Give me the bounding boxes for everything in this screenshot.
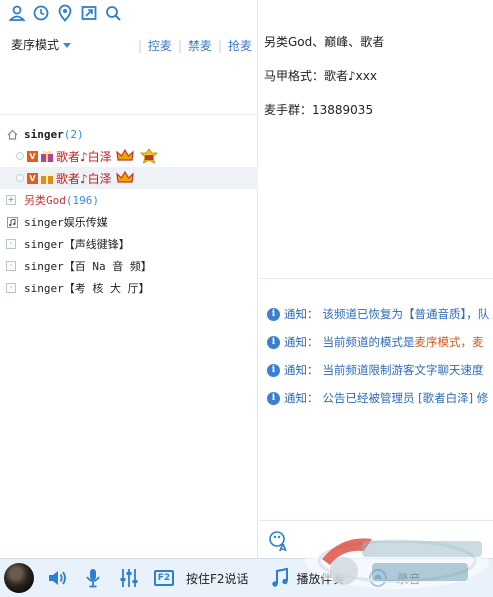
mixer-icon[interactable] <box>118 567 140 589</box>
f2-key-icon: F2 <box>154 570 174 586</box>
home-icon <box>6 128 18 140</box>
channel-name: singer娱乐传媒 <box>24 216 108 229</box>
bullet-icon: · <box>6 239 16 249</box>
crown-icon <box>115 148 134 163</box>
status-dot <box>16 152 24 160</box>
music-icon <box>6 216 18 228</box>
notice-item: i 通知： 当前频道的模式是 麦序模式，麦 <box>267 328 493 356</box>
mic-actions: | 控麦 | 禁麦 | 抢麦 <box>132 37 252 54</box>
info-icon: i <box>267 307 280 321</box>
speaker-icon[interactable] <box>46 567 68 589</box>
music-note-icon[interactable] <box>269 567 291 589</box>
bullet-icon: · <box>6 283 16 293</box>
status-dot <box>16 174 24 182</box>
info-icon: i <box>267 391 280 405</box>
separator: | <box>217 38 222 53</box>
location-icon[interactable] <box>56 4 74 22</box>
channel-item[interactable]: · singer【百 Na 音 频】 <box>0 255 258 277</box>
mode-row: 麦序模式 | 控麦 | 禁麦 | 抢麦 <box>0 34 258 56</box>
info-icon: i <box>267 363 280 377</box>
channel-name: 另类God <box>24 194 66 207</box>
notice-text: 当前频道限制游客文字聊天速度 <box>322 363 484 377</box>
notice-item: i 通知： 当前频道限制游客文字聊天速度 <box>267 356 493 384</box>
gift-icon <box>40 149 54 163</box>
user-name: 歌者♪白泽 <box>56 149 112 164</box>
ban-mic-link[interactable]: 禁麦 <box>188 37 212 54</box>
channel-announcement: 另类God、巅峰、歌者 马甲格式：歌者♪xxx 麦手群：13889035 <box>264 25 493 127</box>
notice-label: 通知： <box>284 307 319 321</box>
channel-name: singer <box>24 127 64 141</box>
notice-text: 该频道已恢复为【普通音质】，队 <box>322 307 490 321</box>
gift-icon <box>40 171 54 185</box>
bullet-icon: · <box>6 261 16 271</box>
notice-item: i 通知： 公告已经被管理员 [歌者白泽] 修 <box>267 384 493 412</box>
notice-label: 通知： <box>284 335 319 349</box>
user-count: (196) <box>65 193 99 207</box>
crown-icon <box>115 170 134 185</box>
divider <box>0 114 258 115</box>
announcement-line: 另类God、巅峰、歌者 <box>264 35 385 49</box>
mode-dropdown[interactable]: 麦序模式 <box>11 36 72 53</box>
svg-text:A: A <box>279 543 287 552</box>
chat-panel: 另类God、巅峰、歌者 马甲格式：歌者♪xxx 麦手群：13889035 i 通… <box>259 0 493 558</box>
announcement-line: 马甲格式：歌者♪xxx <box>264 69 377 83</box>
channel-name: singer【考 核 大 厅】 <box>24 282 150 295</box>
search-icon[interactable] <box>104 4 122 22</box>
avatar[interactable] <box>4 563 34 593</box>
microphone-icon[interactable] <box>82 567 104 589</box>
separator: | <box>137 38 142 53</box>
expand-icon[interactable]: + <box>6 195 16 205</box>
notice-label: 通知： <box>284 363 319 377</box>
root-channel[interactable]: singer (2) <box>0 123 258 145</box>
tag-icon <box>139 148 158 164</box>
history-icon[interactable] <box>32 4 50 22</box>
notice-label: 通知： <box>284 391 319 405</box>
notice-list: i 通知： 该频道已恢复为【普通音质】，队 i 通知： 当前频道的模式是 麦序模… <box>267 300 493 412</box>
channel-name: singer【声线徤锋】 <box>24 238 130 251</box>
notice-text: 公告已经被管理员 [歌者白泽] 修 <box>322 391 489 405</box>
separator: | <box>177 38 182 53</box>
font-style-icon[interactable]: A <box>267 530 289 554</box>
grab-mic-link[interactable]: 抢麦 <box>228 37 252 54</box>
channel-name: singer【百 Na 音 频】 <box>24 260 152 273</box>
channel-item[interactable]: + 另类God (196) <box>0 189 258 211</box>
user-name: 歌者♪白泽 <box>56 171 112 186</box>
notice-item: i 通知： 该频道已恢复为【普通音质】，队 <box>267 300 493 328</box>
chevron-down-icon <box>63 43 72 48</box>
watermark-logo <box>302 529 492 593</box>
user-item[interactable]: V 歌者♪白泽 <box>0 167 258 189</box>
user-icon[interactable] <box>8 4 26 22</box>
mode-label: 麦序模式 <box>11 38 60 52</box>
control-mic-link[interactable]: 控麦 <box>148 37 172 54</box>
user-item[interactable]: V 歌者♪白泽 <box>0 145 258 167</box>
push-to-talk-button[interactable]: 按住F2说话 <box>186 570 249 587</box>
toolbar <box>8 4 122 24</box>
vip-badge: V <box>27 150 38 162</box>
channel-item[interactable]: · singer【考 核 大 厅】 <box>0 277 258 299</box>
channel-panel: 麦序模式 | 控麦 | 禁麦 | 抢麦 singer (2) V 歌者♪白泽 V… <box>0 0 258 558</box>
announcement-line: 麦手群：13889035 <box>264 103 374 117</box>
channel-item[interactable]: · singer【声线徤锋】 <box>0 233 258 255</box>
channel-item[interactable]: singer娱乐传媒 <box>0 211 258 233</box>
notice-highlight: 麦序模式，麦 <box>414 335 484 349</box>
notice-text: 当前频道的模式是 <box>322 335 415 349</box>
divider <box>259 278 493 279</box>
share-icon[interactable] <box>80 4 98 22</box>
user-count: (2) <box>63 127 84 141</box>
vip-badge: V <box>27 172 38 184</box>
info-icon: i <box>267 335 280 349</box>
channel-tree: singer (2) V 歌者♪白泽 V 歌者♪白泽 + 另类God (196)… <box>0 123 258 299</box>
